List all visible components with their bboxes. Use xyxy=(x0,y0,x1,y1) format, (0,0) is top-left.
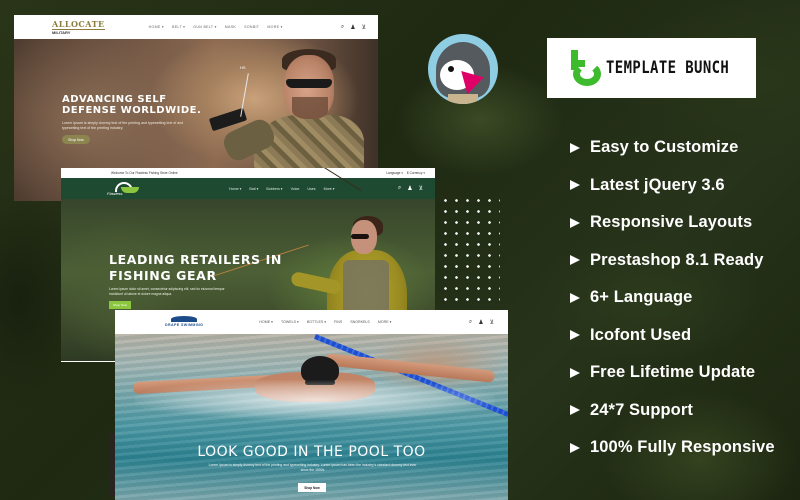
feature-item: Free Lifetime Update xyxy=(570,354,775,392)
feature-item: 6+ Language xyxy=(570,279,775,317)
swimming-hero-description: Lorem Ipsum is simply dummy text of the … xyxy=(208,463,417,472)
user-icon[interactable]: ♟ xyxy=(478,319,483,326)
swimming-site-mockup: DRAPE SWIMMING HOME ▾ TOWELS ▾ BOTTLES ▾… xyxy=(115,310,508,500)
nav-item-home[interactable]: HOME ▾ xyxy=(149,25,164,29)
hotspot-label: HS xyxy=(240,65,246,70)
search-icon[interactable]: ⌕ xyxy=(398,185,401,192)
search-icon[interactable]: ⌕ xyxy=(469,319,472,326)
feature-item: 24*7 Support xyxy=(570,392,775,430)
fishing-topbar: Welcome To Our Flawless Fishing Store On… xyxy=(61,168,435,178)
nav-item-uses[interactable]: Uses xyxy=(307,187,315,191)
military-hero-title: ADVANCING SELF DEFENSE WORLDWIDE. xyxy=(62,94,202,116)
page-body-area xyxy=(61,361,115,362)
template-bunch-mark-icon xyxy=(569,50,601,86)
swimming-nav-menu: HOME ▾ TOWELS ▾ BOTTLES ▾ FINS SNORKELS … xyxy=(259,320,391,324)
nav-item-bobbers[interactable]: Bobbers ▾ xyxy=(266,187,282,191)
nav-item-home[interactable]: HOME ▾ xyxy=(259,320,273,324)
arrow-right-icon xyxy=(570,442,580,453)
fishing-shop-now-button[interactable]: Shop Now xyxy=(109,301,131,309)
swimming-header: DRAPE SWIMMING HOME ▾ TOWELS ▾ BOTTLES ▾… xyxy=(115,310,508,334)
arrow-right-icon xyxy=(570,142,580,153)
fishing-logo[interactable]: Flawless xyxy=(107,181,141,196)
feature-item: 100% Fully Responsive xyxy=(570,429,775,467)
nav-item-more[interactable]: MORE ▾ xyxy=(378,320,392,324)
nav-item-more[interactable]: More ▾ xyxy=(324,187,335,191)
military-hero-description: Lorem Ipsum is simply dummy text of the … xyxy=(62,121,184,130)
nav-item-belt[interactable]: BELT ▾ xyxy=(172,25,185,29)
currency-selector[interactable]: $ Currency ▾ xyxy=(407,171,425,175)
fishing-header: Flawless Home ▾ Bait ▾ Bobbers ▾ Voice U… xyxy=(61,178,435,199)
arrow-right-icon xyxy=(570,292,580,303)
feature-item: Responsive Layouts xyxy=(570,204,775,242)
nav-item-bottles[interactable]: BOTTLES ▾ xyxy=(307,320,326,324)
cart-icon[interactable]: ⊻ xyxy=(362,24,366,31)
brand-name: TEMPLATE BUNCH xyxy=(605,58,729,78)
nav-item-mask[interactable]: MASK xyxy=(225,25,236,29)
nav-item-home[interactable]: Home ▾ xyxy=(229,187,241,191)
language-selector[interactable]: Language ▾ xyxy=(386,171,403,175)
feature-item: Easy to Customize xyxy=(570,129,775,167)
fishing-hero-title: LEADING RETAILERS IN FISHING GEAR xyxy=(109,252,282,283)
nav-item-fins[interactable]: FINS xyxy=(334,320,342,324)
arrow-right-icon xyxy=(570,255,580,266)
military-nav-menu: HOME ▾ BELT ▾ GUN BELT ▾ MASK SONBIT MOR… xyxy=(149,25,283,29)
military-shop-now-button[interactable]: Shop Now xyxy=(62,135,90,144)
feature-item: Prestashop 8.1 Ready xyxy=(570,242,775,280)
nav-item-bait[interactable]: Bait ▾ xyxy=(249,187,258,191)
user-icon[interactable]: ♟ xyxy=(407,185,412,192)
feature-item: Latest jQuery 3.6 xyxy=(570,167,775,205)
template-bunch-logo: TEMPLATE BUNCH xyxy=(547,38,756,98)
nav-item-sonbit[interactable]: SONBIT xyxy=(244,25,259,29)
logo-title: ALLOCATE xyxy=(52,18,105,29)
nav-item-voice[interactable]: Voice xyxy=(291,187,300,191)
nav-item-snorkels[interactable]: SNORKELS xyxy=(350,320,370,324)
nav-item-gun-belt[interactable]: GUN BELT ▾ xyxy=(193,25,216,29)
cart-icon[interactable]: ⊻ xyxy=(490,319,494,326)
decorative-dot-grid xyxy=(440,195,500,303)
feature-item: Icofont Used xyxy=(570,317,775,355)
welcome-message: Welcome To Our Flawless Fishing Store On… xyxy=(111,171,178,175)
arrow-right-icon xyxy=(570,367,580,378)
prestashop-puffin-icon xyxy=(428,34,498,104)
arrow-right-icon xyxy=(570,180,580,191)
swimming-shop-now-button[interactable]: Shop Now xyxy=(298,483,326,492)
search-icon[interactable]: ⌕ xyxy=(341,24,344,31)
nav-item-towels[interactable]: TOWELS ▾ xyxy=(281,320,299,324)
arrow-right-icon xyxy=(570,217,580,228)
arrow-right-icon xyxy=(570,330,580,341)
fishing-hero-description: Lorem ipsum dolor sit amet, consectetur … xyxy=(109,287,225,296)
cart-icon[interactable]: ⊻ xyxy=(419,185,423,192)
feature-list: Easy to Customize Latest jQuery 3.6 Resp… xyxy=(570,129,775,467)
logo-subtitle: MILITARY xyxy=(52,28,105,35)
military-logo[interactable]: ALLOCATE MILITARY xyxy=(52,20,105,35)
arrow-right-icon xyxy=(570,405,580,416)
swimming-logo[interactable]: DRAPE SWIMMING xyxy=(165,316,203,328)
user-icon[interactable]: ♟ xyxy=(350,24,355,31)
fishing-nav-menu: Home ▾ Bait ▾ Bobbers ▾ Voice Uses More … xyxy=(229,187,335,191)
water-splash xyxy=(135,380,495,420)
military-header: ALLOCATE MILITARY HOME ▾ BELT ▾ GUN BELT… xyxy=(14,15,378,39)
nav-item-more[interactable]: MORE ▾ xyxy=(267,25,282,29)
swimming-hero-title: LOOK GOOD IN THE POOL TOO xyxy=(197,444,426,460)
